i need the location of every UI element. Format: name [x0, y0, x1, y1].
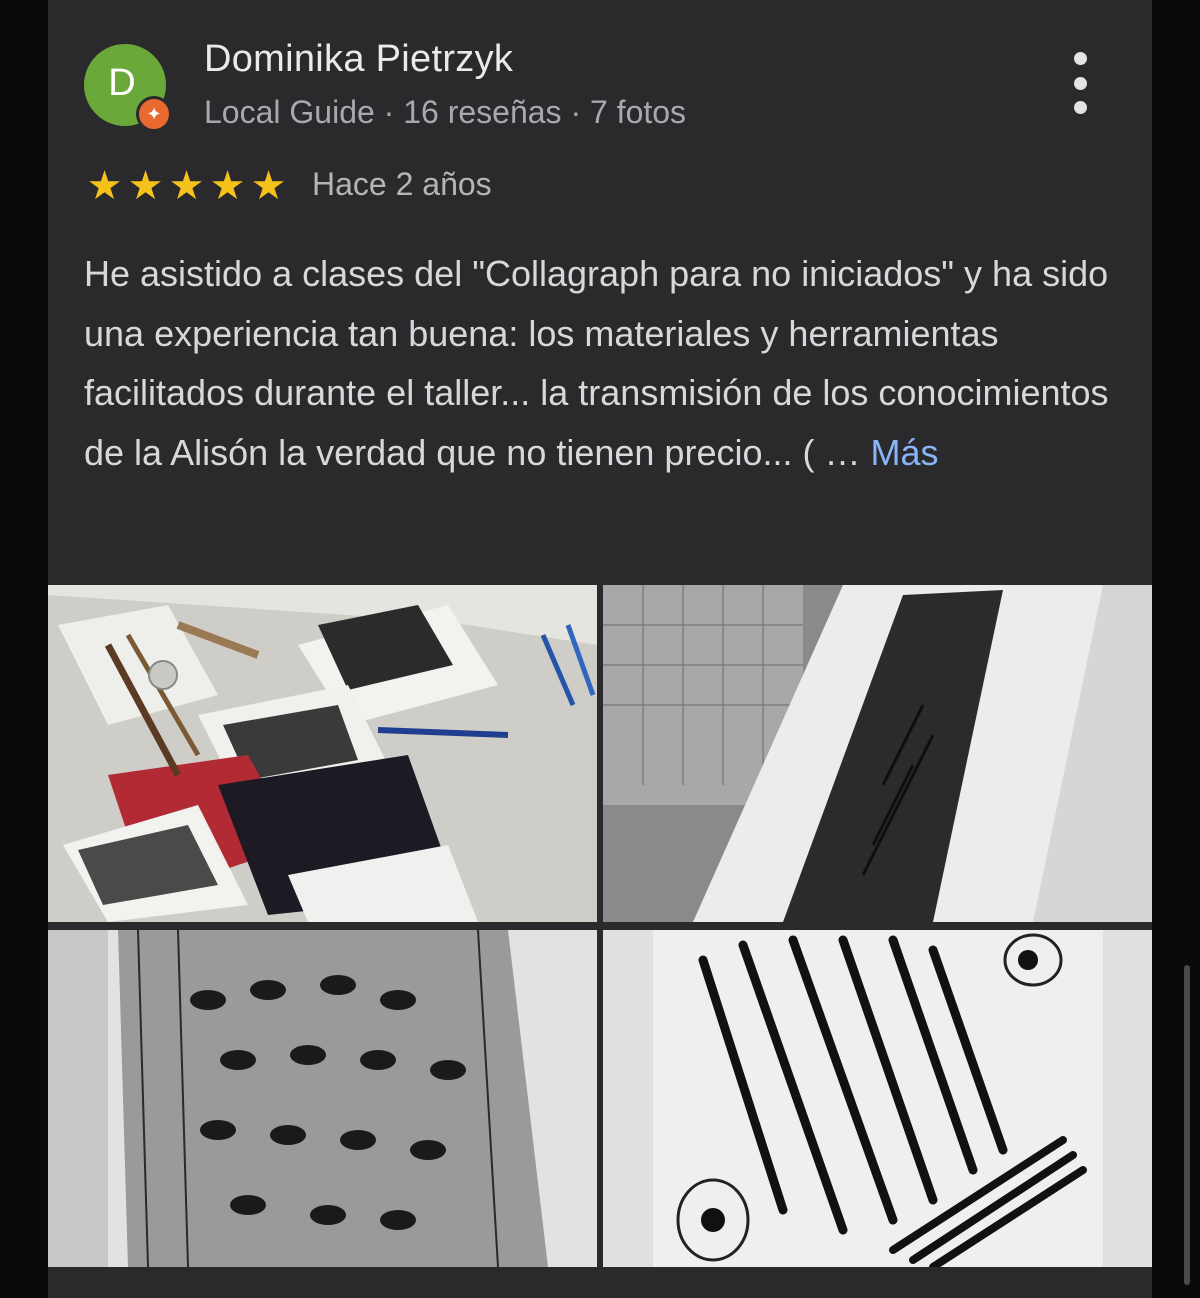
photo-grid [48, 585, 1152, 1267]
review-body: He asistido a clases del "Collagraph par… [84, 253, 1109, 473]
review-date: Hace 2 años [312, 166, 492, 202]
avatar-initial: D [108, 61, 136, 104]
review-photo[interactable] [48, 930, 597, 1267]
review-photo[interactable] [603, 930, 1152, 1267]
more-vert-icon[interactable] [1060, 52, 1100, 114]
review-text: He asistido a clases del "Collagraph par… [84, 244, 1124, 482]
author-name[interactable]: Dominika Pietrzyk [204, 38, 513, 81]
star-icon: ★ [127, 164, 164, 208]
star-icon: ★ [168, 164, 205, 208]
star-icon: ★ [86, 164, 123, 208]
star-icon: ★ [250, 164, 287, 208]
author-meta: Local Guide · 16 reseñas · 7 fotos [204, 94, 687, 130]
review-photo[interactable] [603, 585, 1152, 922]
scrollbar[interactable] [1184, 965, 1190, 1285]
review-photo[interactable] [48, 585, 597, 922]
star-rating: ★ ★ ★ ★ ★ [84, 164, 289, 208]
star-icon: ★ [209, 164, 246, 208]
local-guide-star-icon: ✦ [136, 96, 172, 132]
more-link[interactable]: Más [870, 432, 938, 473]
